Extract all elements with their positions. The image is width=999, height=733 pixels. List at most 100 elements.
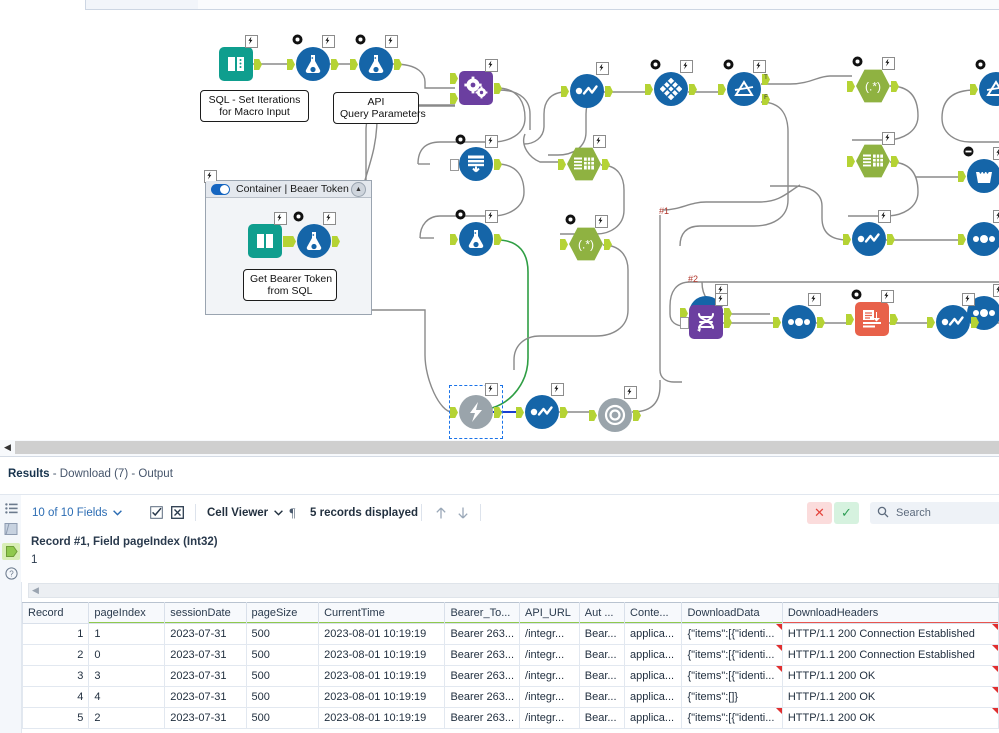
node-input-book-1[interactable] (215, 35, 262, 85)
cell-Conte[interactable]: applica... (624, 707, 683, 729)
node-regex-2[interactable]: (.*) (560, 214, 612, 265)
node-regex-1[interactable]: (.*) (847, 56, 899, 107)
cell-pageIndex[interactable]: 2 (88, 707, 166, 729)
node-input-port[interactable] (773, 317, 781, 328)
table-row[interactable]: 2 0 2023-07-31 500 2023-08-01 10:19:19 Bearer… (22, 644, 999, 666)
cell-pageSize[interactable]: 500 (245, 707, 320, 729)
node-transpose[interactable] (680, 293, 732, 343)
table-row[interactable]: 5 2 2023-07-31 500 2023-08-01 10:19:19 Bearer… (22, 707, 999, 729)
cell-Aut[interactable]: Bear... (578, 623, 626, 645)
cell-API_URL[interactable]: /integr... (519, 644, 580, 666)
pilcrow-button[interactable]: ¶ (285, 495, 300, 530)
cell-pageIndex[interactable]: 4 (88, 686, 166, 708)
node-input-port[interactable] (287, 59, 295, 70)
node-table-2[interactable] (847, 132, 899, 182)
cell-viewer-selector[interactable]: Cell Viewer (207, 495, 284, 530)
scroll-up-button[interactable] (433, 495, 448, 530)
node-conditional-1[interactable]: T F (718, 59, 770, 110)
column-header-sessionDate[interactable]: sessionDate (164, 602, 247, 624)
node-filter-4[interactable] (927, 293, 979, 343)
cell-sessionDate[interactable]: 2023-07-31 (164, 686, 247, 708)
node-formula-flask-2[interactable] (350, 34, 402, 85)
node-input-port[interactable] (958, 171, 966, 182)
column-header-API_URL[interactable]: API_URL (519, 602, 580, 624)
table-row[interactable]: 3 3 2023-07-31 500 2023-08-01 10:19:19 Bearer… (22, 665, 999, 687)
cell-Aut[interactable]: Bear... (578, 644, 626, 666)
cell-DownloadData[interactable]: {"items":[{"identi... (681, 644, 783, 666)
node-input-port[interactable] (516, 407, 524, 418)
node-filter-1[interactable] (561, 62, 613, 112)
node-append-fields[interactable] (450, 134, 502, 185)
cell-pageIndex[interactable]: 1 (88, 623, 166, 645)
node-input-port[interactable] (560, 239, 568, 250)
fields-selector[interactable]: 10 of 10 Fields (32, 495, 123, 530)
column-header-pageSize[interactable]: pageSize (245, 602, 320, 624)
node-input-port-2[interactable] (450, 93, 458, 104)
cell-API_URL[interactable]: /integr... (519, 623, 580, 645)
node-input-port[interactable] (680, 317, 689, 329)
column-header-pageIndex[interactable]: pageIndex (88, 602, 166, 624)
cell-Bearer_To[interactable]: Bearer 263... (444, 686, 521, 708)
cancel-button[interactable]: ✕ (807, 502, 832, 524)
scroll-left-icon[interactable]: ◀ (32, 583, 39, 598)
table-row[interactable]: 1 1 2023-07-31 500 2023-08-01 10:19:19 Bearer… (22, 623, 999, 645)
node-input-port[interactable] (958, 234, 966, 245)
select-all-fields-button[interactable] (149, 495, 164, 530)
container-tool[interactable]: Container | Beaer Token ▲ Get Bearer Tok… (204, 170, 372, 315)
node-macro-gears[interactable] (450, 59, 502, 109)
cell-Aut[interactable]: Bear... (578, 707, 626, 729)
cell-DownloadData[interactable]: {"items":[{"identi... (681, 623, 783, 645)
node-input-port[interactable] (558, 159, 566, 170)
node-basket[interactable] (958, 146, 999, 197)
node-input-book-2[interactable] (244, 212, 291, 262)
cell-pageSize[interactable]: 500 (245, 665, 320, 687)
node-formula-flask-4[interactable] (288, 211, 340, 262)
canvas-horizontal-scrollbar[interactable]: ◀ (0, 440, 999, 456)
cell-Conte[interactable]: applica... (624, 665, 683, 687)
column-header-DownloadData[interactable]: DownloadData (681, 602, 783, 624)
node-filter-2[interactable] (843, 210, 895, 260)
cell-API_URL[interactable]: /integr... (519, 686, 580, 708)
table-row[interactable]: 4 4 2023-07-31 500 2023-08-01 10:19:19 Bearer… (22, 686, 999, 708)
cell-Bearer_To[interactable]: Bearer 263... (444, 623, 521, 645)
cell-pageSize[interactable]: 500 (245, 623, 320, 645)
node-input-port[interactable] (288, 236, 296, 247)
node-input-port[interactable] (847, 81, 855, 92)
help-icon[interactable]: ? (3, 565, 19, 581)
scroll-thumb[interactable] (15, 441, 999, 454)
column-header-Bearer_To[interactable]: Bearer_To... (444, 602, 521, 624)
cell-DownloadHeaders[interactable]: HTTP/1.1 200 OK (781, 707, 999, 729)
container-enable-toggle[interactable] (211, 183, 230, 195)
node-input-port[interactable] (970, 84, 978, 95)
cell-CurrentTime[interactable]: 2023-08-01 10:19:19 (318, 644, 446, 666)
scroll-left-button[interactable]: ◀ (0, 440, 15, 455)
data-icon[interactable] (2, 543, 20, 560)
node-input-port[interactable] (843, 234, 851, 245)
cell-Conte[interactable]: applica... (624, 644, 683, 666)
cell-sessionDate[interactable]: 2023-07-31 (164, 644, 247, 666)
cell-Bearer_To[interactable]: Bearer 263... (444, 644, 521, 666)
column-header-CurrentTime[interactable]: CurrentTime (318, 602, 446, 624)
node-input-port[interactable] (561, 86, 569, 97)
node-conditional-2[interactable] (970, 59, 999, 110)
panel-icon[interactable] (3, 521, 19, 537)
cell-API_URL[interactable]: /integr... (519, 707, 580, 729)
cell-pageSize[interactable]: 500 (245, 686, 320, 708)
node-input-port-1[interactable] (450, 73, 458, 84)
node-input-port[interactable] (450, 159, 459, 171)
cell-pageSize[interactable]: 500 (245, 644, 320, 666)
cell-pageIndex[interactable]: 0 (88, 644, 166, 666)
node-input-port[interactable] (350, 59, 358, 70)
cell-Aut[interactable]: Bear... (578, 686, 626, 708)
cell-sessionDate[interactable]: 2023-07-31 (164, 665, 247, 687)
cell-record[interactable]: 1 (22, 623, 90, 645)
column-header-Conte[interactable]: Conte... (624, 602, 683, 624)
confirm-button[interactable]: ✓ (834, 502, 859, 524)
node-input-port[interactable] (847, 156, 855, 167)
cell-record[interactable]: 3 (22, 665, 90, 687)
cell-CurrentTime[interactable]: 2023-08-01 10:19:19 (318, 623, 446, 645)
node-union-1[interactable] (958, 210, 999, 260)
deselect-all-fields-button[interactable] (170, 495, 185, 530)
node-join-grid[interactable] (645, 59, 697, 110)
cell-Conte[interactable]: applica... (624, 686, 683, 708)
